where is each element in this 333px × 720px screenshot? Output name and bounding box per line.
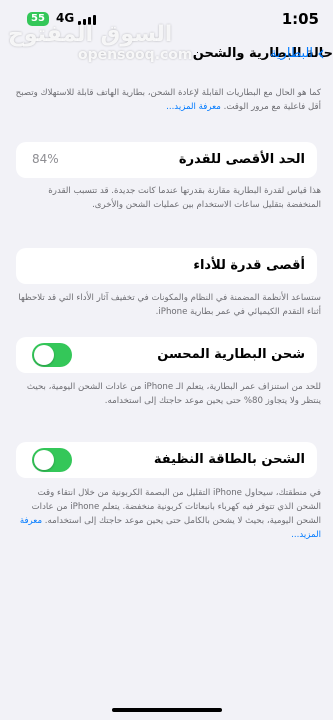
max-capacity-value: 84%: [32, 152, 59, 166]
status-bar: 55 4G 1:05: [0, 0, 333, 38]
intro-description: كما هو الحال مع البطاريات القابلة لإعادة…: [12, 86, 321, 114]
peak-performance-row: أقصى قدرة للأداء: [16, 248, 317, 284]
back-button-label: البطارية: [270, 45, 313, 61]
optimized-charging-label: شحن البطارية المحسن: [157, 347, 305, 362]
chevron-right-icon: ›: [317, 41, 325, 65]
optimized-charging-toggle[interactable]: [32, 343, 72, 367]
nav-bar: حالة البطارية والشحن › البطارية: [0, 40, 333, 70]
signal-icon: [78, 13, 98, 25]
peak-performance-description: ستساعد الأنظمة المضمنة في النظام والمكون…: [18, 293, 321, 317]
toggle-knob: [34, 450, 54, 470]
battery-icon: 55: [27, 12, 49, 26]
max-capacity-label: الحد الأقصى للقدرة: [178, 152, 305, 167]
clean-energy-description: في منطقتك، سيحاول iPhone التقليل من البص…: [12, 486, 321, 542]
clean-energy-toggle[interactable]: [32, 448, 72, 472]
max-capacity-row: الحد الأقصى للقدرة 84%: [16, 142, 317, 178]
back-button[interactable]: › البطارية: [270, 41, 325, 65]
home-indicator: [112, 708, 222, 712]
status-time: 1:05: [281, 10, 319, 28]
optimized-charging-description: للحد من استنزاف عمر البطارية، يتعلم الـ …: [26, 382, 321, 406]
toggle-knob: [34, 345, 54, 365]
max-capacity-description: هذا قياس لقدرة البطارية مقارنة بقدرتها ع…: [48, 186, 321, 210]
learn-more-link[interactable]: معرفة المزيد...: [166, 102, 221, 112]
optimized-charging-row: شحن البطارية المحسن: [16, 337, 317, 373]
clean-energy-text: في منطقتك، سيحاول iPhone التقليل من البص…: [31, 488, 321, 526]
peak-performance-label: أقصى قدرة للأداء: [193, 258, 305, 273]
clean-energy-row: الشحن بالطاقة النظيفة: [16, 442, 317, 478]
clean-energy-label: الشحن بالطاقة النظيفة: [153, 452, 305, 467]
network-label: 4G: [56, 11, 75, 25]
